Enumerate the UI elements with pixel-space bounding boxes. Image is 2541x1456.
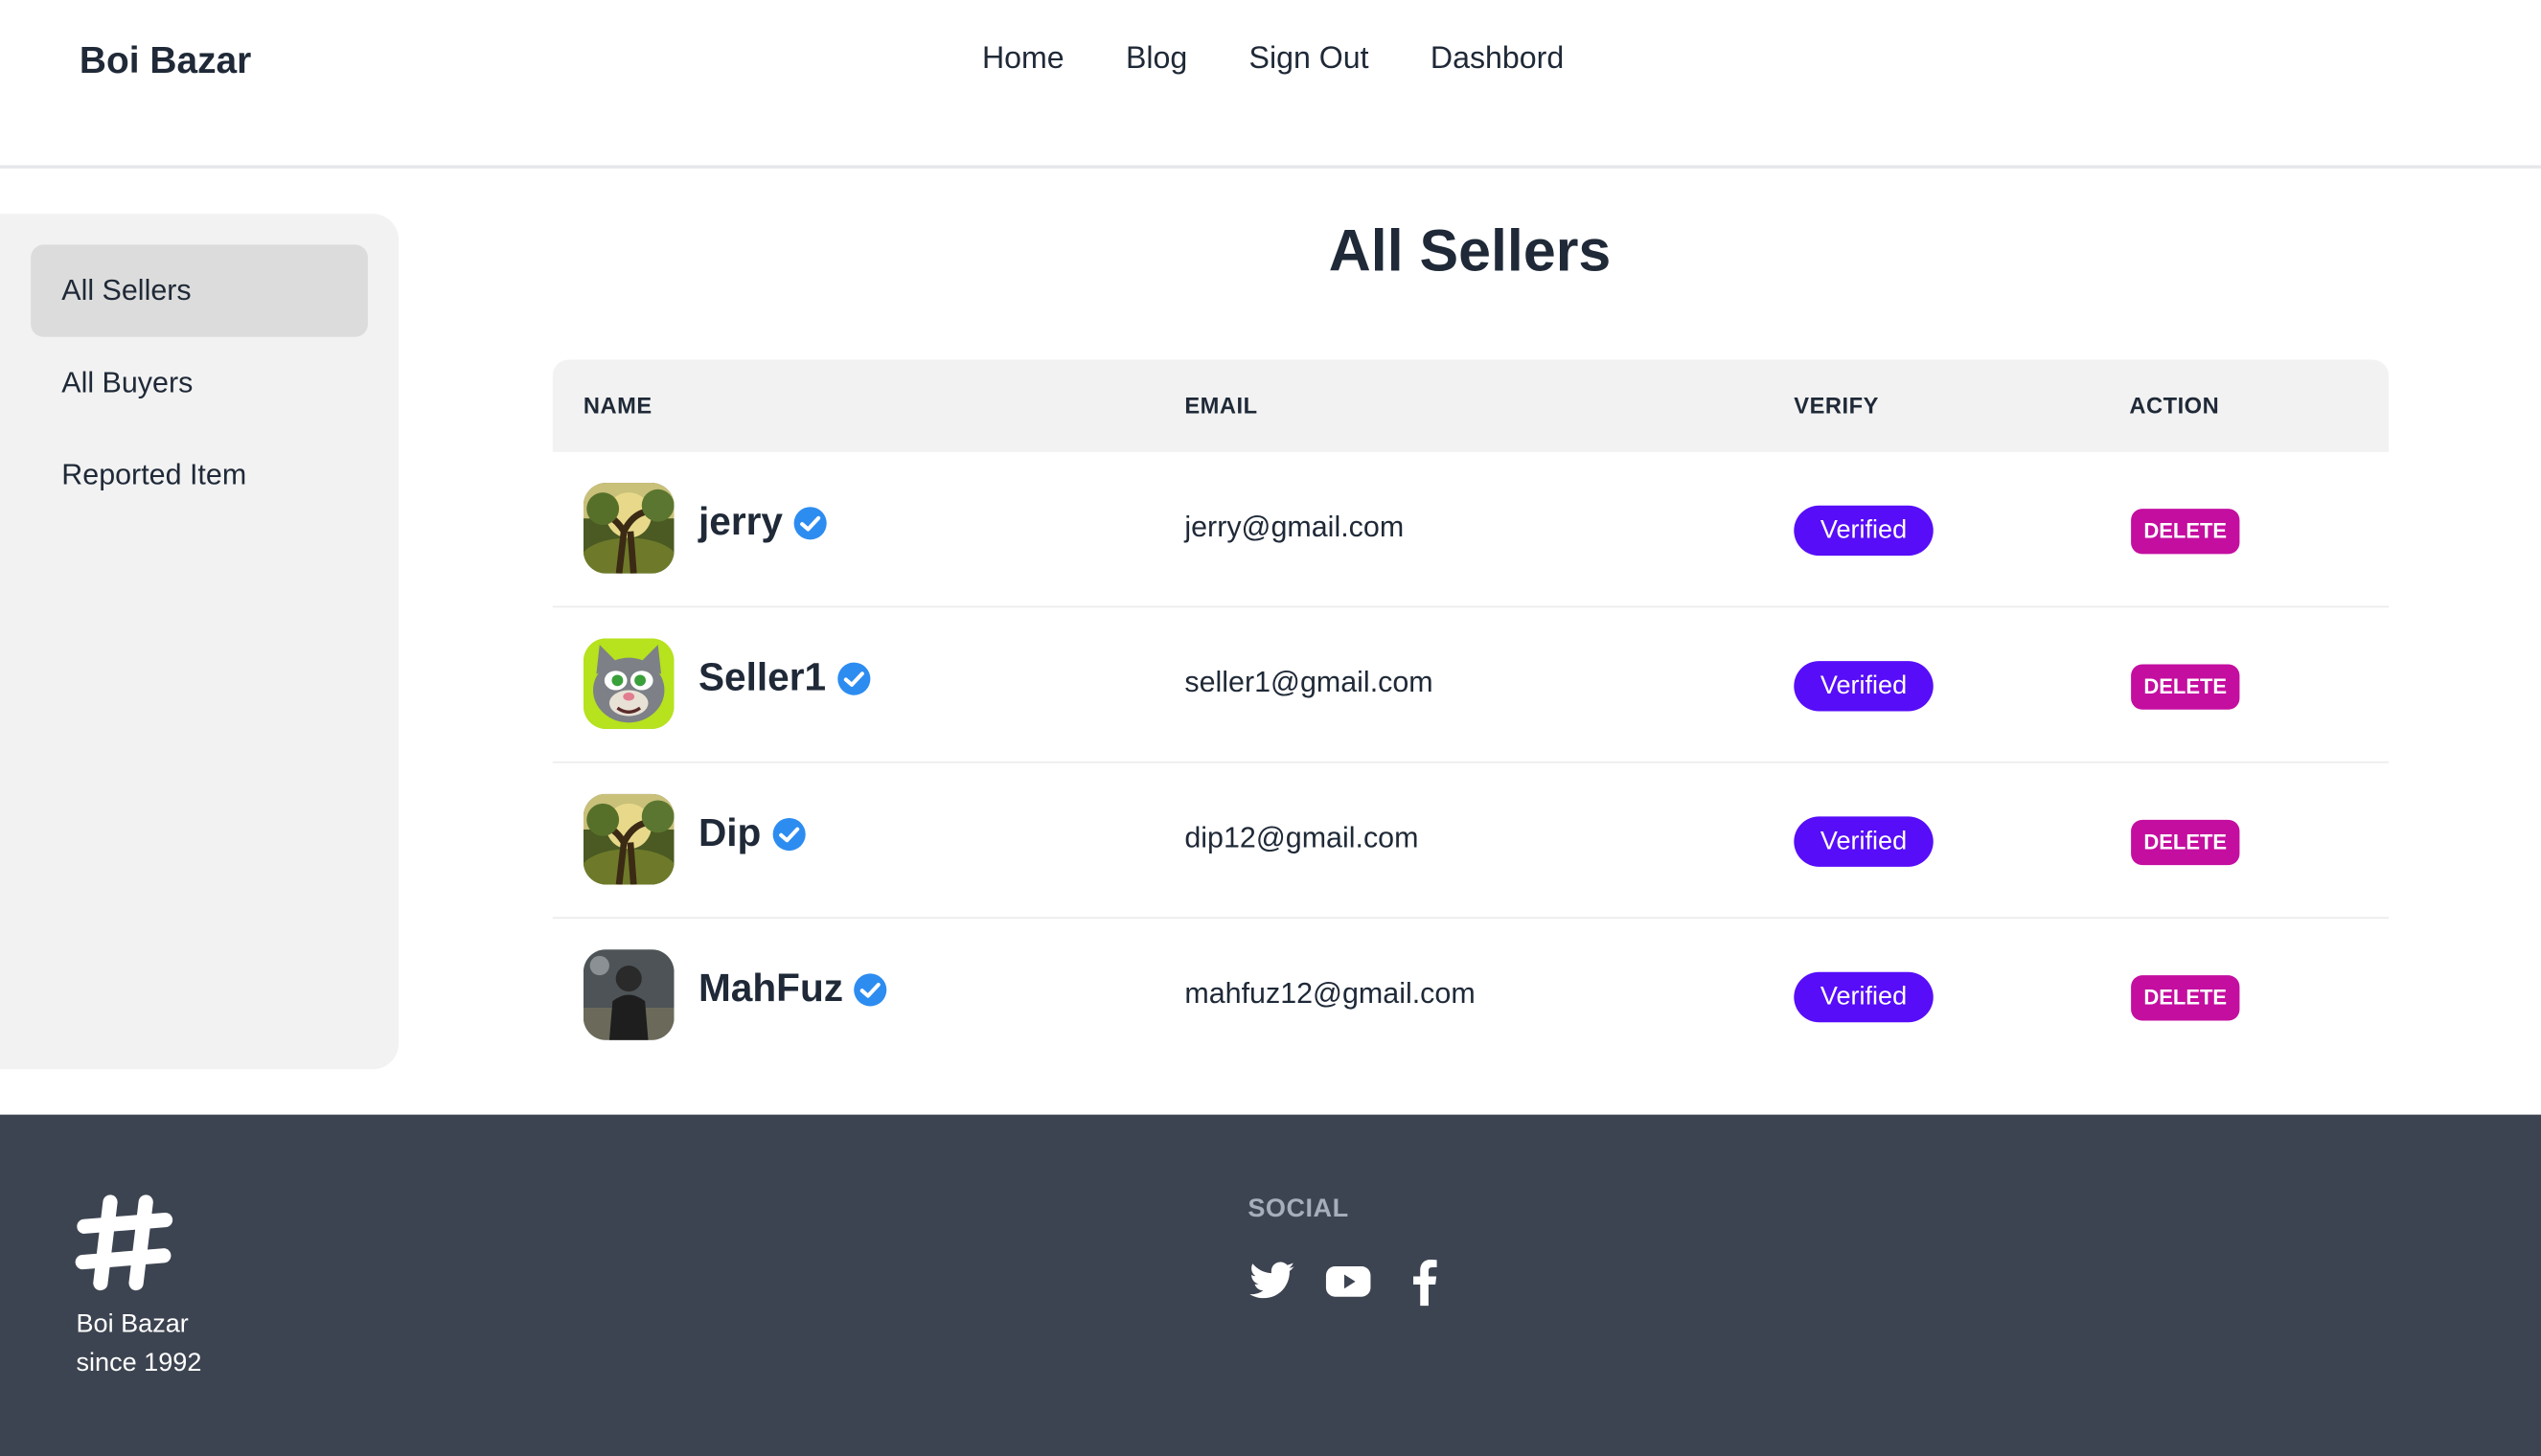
- delete-button[interactable]: DELETE: [2131, 509, 2240, 555]
- sidebar-item-all-buyers[interactable]: All Buyers: [31, 337, 368, 429]
- table-row: Seller1 seller1@gmail.com Verified DELET…: [552, 607, 2390, 763]
- seller-name: MahFuz: [698, 967, 844, 1012]
- delete-button[interactable]: DELETE: [2131, 819, 2240, 866]
- seller-email: dip12@gmail.com: [1184, 821, 1419, 854]
- avatar: [583, 638, 675, 730]
- nav-links: Home Blog Sign Out Dashbord: [982, 42, 1564, 78]
- column-header-verify: VERIFY: [1794, 392, 1879, 419]
- verified-button[interactable]: Verified: [1794, 505, 1934, 557]
- verified-check-icon: [854, 973, 887, 1007]
- youtube-icon[interactable]: [1324, 1257, 1373, 1306]
- seller-name-cell: MahFuz: [698, 967, 888, 1012]
- seller-email: mahfuz12@gmail.com: [1184, 976, 1476, 1010]
- nav-link-home[interactable]: Home: [982, 42, 1064, 78]
- sidebar-item-all-sellers[interactable]: All Sellers: [31, 244, 368, 337]
- table-header: NAME EMAIL VERIFY ACTION: [552, 359, 2390, 452]
- seller-name: jerry: [698, 500, 783, 545]
- sidebar: All Sellers All Buyers Reported Item: [0, 214, 400, 1070]
- twitter-icon[interactable]: [1248, 1257, 1296, 1306]
- seller-name-cell: Dip: [698, 811, 807, 856]
- nav-link-sign-out[interactable]: Sign Out: [1249, 42, 1369, 78]
- page-title: All Sellers: [1328, 216, 1612, 284]
- column-header-action: ACTION: [2129, 392, 2220, 419]
- footer: Boi Bazar since 1992 SOCIAL: [0, 1114, 2541, 1456]
- nav-link-dashboard[interactable]: Dashbord: [1431, 42, 1564, 78]
- seller-name: Dip: [698, 811, 762, 856]
- table-row: jerry jerry@gmail.com Verified DELETE: [552, 452, 2390, 608]
- seller-name: Seller1: [698, 655, 827, 700]
- navbar: Boi Bazar Home Blog Sign Out Dashbord: [0, 0, 2541, 169]
- brand-logo-text[interactable]: Boi Bazar: [80, 39, 251, 83]
- verified-check-icon: [836, 662, 870, 695]
- verified-button[interactable]: Verified: [1794, 816, 1934, 867]
- delete-button[interactable]: DELETE: [2131, 664, 2240, 710]
- verified-button[interactable]: Verified: [1794, 971, 1934, 1023]
- footer-brand-since: since 1992: [76, 1349, 202, 1377]
- column-header-name: NAME: [583, 392, 652, 419]
- table-row: Dip dip12@gmail.com Verified DELETE: [552, 763, 2390, 919]
- verified-check-icon: [793, 507, 827, 540]
- verified-button[interactable]: Verified: [1794, 661, 1934, 712]
- social-title: SOCIAL: [1248, 1195, 1349, 1223]
- seller-name-cell: Seller1: [698, 656, 872, 701]
- column-header-email: EMAIL: [1184, 392, 1258, 419]
- seller-email: jerry@gmail.com: [1184, 510, 1405, 543]
- seller-email: seller1@gmail.com: [1184, 666, 1433, 698]
- delete-button[interactable]: DELETE: [2131, 975, 2240, 1021]
- avatar: [583, 483, 675, 574]
- social-icons: [1248, 1257, 1449, 1307]
- facebook-icon[interactable]: [1400, 1257, 1449, 1307]
- footer-brand: Boi Bazar since 1992: [76, 1306, 201, 1383]
- sidebar-item-reported-item[interactable]: Reported Item: [31, 429, 368, 521]
- seller-name-cell: jerry: [698, 501, 828, 546]
- nav-link-blog[interactable]: Blog: [1126, 42, 1187, 78]
- sellers-table: NAME EMAIL VERIFY ACTION jerry jerry@gma…: [552, 359, 2390, 1074]
- avatar: [583, 949, 675, 1040]
- verified-check-icon: [772, 817, 806, 852]
- hash-logo-icon: [75, 1194, 173, 1291]
- footer-brand-name: Boi Bazar: [76, 1310, 189, 1339]
- table-row: MahFuz mahfuz12@gmail.com Verified DELET…: [553, 919, 2389, 1074]
- avatar: [583, 793, 675, 885]
